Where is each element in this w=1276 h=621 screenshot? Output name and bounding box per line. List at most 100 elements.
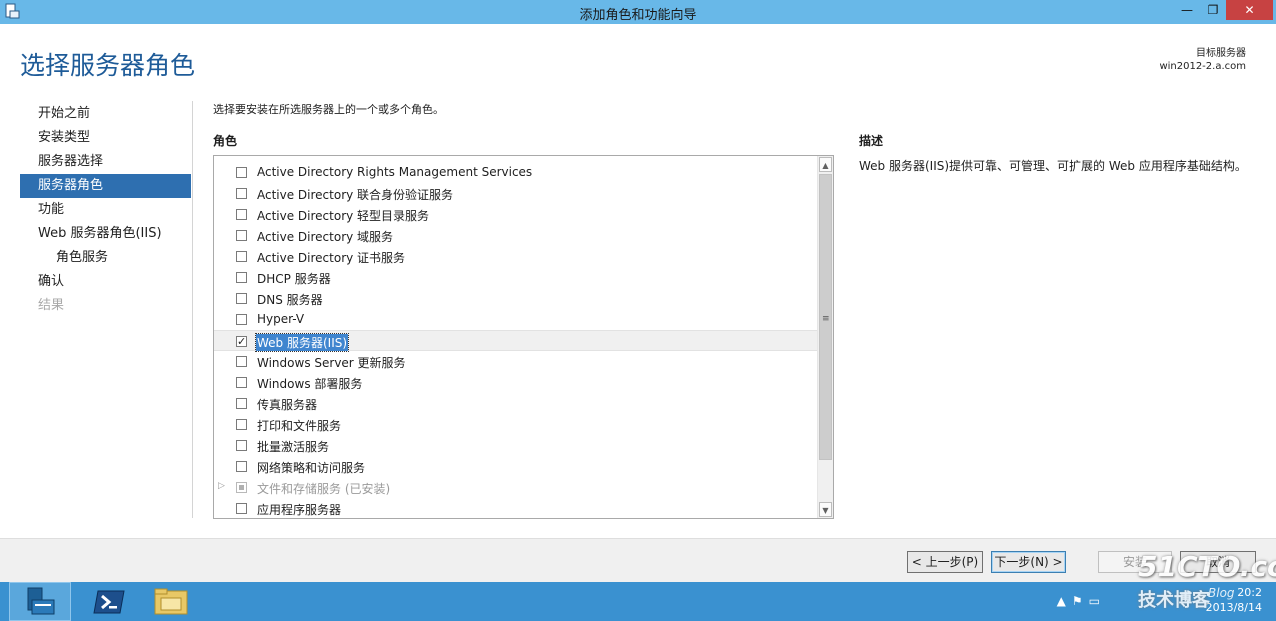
role-label: Windows Server 更新服务 — [257, 356, 406, 370]
role-row[interactable]: Active Directory 联合身份验证服务 — [214, 183, 817, 204]
role-checkbox[interactable] — [236, 503, 247, 514]
folder-icon — [154, 588, 188, 615]
description-text: Web 服务器(IIS)提供可靠、可管理、可扩展的 Web 应用程序基础结构。 — [859, 159, 1247, 173]
minimize-button[interactable]: — — [1174, 0, 1200, 20]
nav-item[interactable]: 服务器选择 — [20, 150, 191, 174]
target-server-name: win2012-2.a.com — [1159, 61, 1246, 72]
role-checkbox[interactable] — [236, 314, 247, 325]
role-checkbox[interactable] — [236, 272, 247, 283]
role-row[interactable]: 应用程序服务器 — [214, 498, 817, 518]
previous-button[interactable]: < 上一步(P) — [907, 551, 983, 573]
close-button[interactable]: ✕ — [1226, 0, 1273, 20]
role-checkbox[interactable] — [236, 167, 247, 178]
restore-button[interactable]: ❐ — [1200, 0, 1226, 20]
taskbar: ▲⚑▭ 20:2 2013/8/14 — [0, 582, 1276, 621]
role-row[interactable]: 网络策略和访问服务 — [214, 456, 817, 477]
page-title: 选择服务器角色 — [20, 51, 196, 80]
system-tray-icons[interactable]: ▲⚑▭ — [1057, 594, 1106, 608]
watermark-logo: 51CTO.com — [1138, 550, 1276, 583]
role-label: 网络策略和访问服务 — [257, 461, 366, 475]
role-label: Web 服务器(IIS) — [254, 333, 350, 352]
role-checkbox[interactable] — [236, 377, 247, 388]
title-bar: 添加角色和功能向导 — ❐ ✕ — [0, 0, 1276, 24]
watermark: 51CTO.com 技术博客 Blog — [1112, 550, 1276, 620]
target-server-label: 目标服务器 — [1196, 48, 1246, 59]
wizard-nav: 开始之前 安装类型 服务器选择 服务器角色 功能 Web 服务器角色(IIS) 角色服务 确认… — [20, 102, 191, 318]
wizard-footer: < 上一步(P) 下一步(N) > 安装 取消 — [0, 538, 1276, 583]
role-row[interactable]: Hyper-V — [214, 309, 817, 330]
nav-item[interactable]: Web 服务器角色(IIS) — [20, 222, 191, 246]
role-label: Windows 部署服务 — [257, 377, 363, 391]
watermark-subtitle: 技术博客 — [1138, 590, 1210, 611]
window-title: 添加角色和功能向导 — [579, 8, 697, 23]
role-checkbox[interactable] — [236, 356, 247, 367]
role-label: 文件和存储服务 (已安装) — [257, 482, 391, 496]
target-server: 目标服务器 win2012-2.a.com — [1159, 47, 1246, 73]
network-icon[interactable]: ▭ — [1089, 594, 1106, 608]
grip-icon: ≡ — [822, 314, 830, 324]
powershell-icon — [93, 590, 125, 614]
roles-list[interactable]: Active Directory Rights Management Servi… — [213, 155, 834, 519]
role-label: Active Directory 域服务 — [257, 230, 394, 244]
nav-item[interactable]: 安装类型 — [20, 126, 191, 150]
show-hidden-icons-icon[interactable]: ▲ — [1057, 594, 1072, 608]
nav-item[interactable]: 开始之前 — [20, 102, 191, 126]
nav-item[interactable]: 角色服务 — [20, 246, 191, 270]
role-row[interactable]: 批量激活服务 — [214, 435, 817, 456]
role-row[interactable]: ✓ Web 服务器(IIS) — [214, 330, 817, 352]
role-row[interactable]: Active Directory 域服务 — [214, 225, 817, 246]
watermark-blog: Blog — [1208, 586, 1235, 600]
divider — [192, 101, 193, 518]
scroll-thumb[interactable]: ≡ — [819, 174, 832, 460]
scroll-down-icon[interactable]: ▼ — [819, 502, 832, 517]
nav-item: 结果 — [38, 298, 65, 313]
role-checkbox[interactable] — [236, 230, 247, 241]
role-label: DHCP 服务器 — [257, 272, 331, 286]
vertical-scrollbar[interactable]: ▲ ≡ ▼ — [817, 156, 833, 518]
server-manager-icon — [27, 587, 55, 615]
role-label: Active Directory 轻型目录服务 — [257, 209, 430, 223]
role-checkbox[interactable] — [236, 188, 247, 199]
role-label: Active Directory 联合身份验证服务 — [257, 188, 454, 202]
role-checkbox[interactable]: ✓ — [236, 336, 247, 347]
role-row[interactable]: Active Directory 证书服务 — [214, 246, 817, 267]
description-header: 描述 — [859, 134, 884, 148]
role-label: DNS 服务器 — [257, 293, 323, 307]
roles-header: 角色 — [213, 134, 238, 148]
role-checkbox[interactable] — [236, 209, 247, 220]
role-checkbox[interactable] — [236, 440, 247, 451]
taskbar-server-manager[interactable] — [9, 582, 71, 621]
role-checkbox[interactable] — [236, 293, 247, 304]
role-label: Active Directory 证书服务 — [257, 251, 406, 265]
scroll-up-icon[interactable]: ▲ — [819, 157, 832, 172]
role-checkbox — [236, 482, 247, 493]
nav-item[interactable]: 功能 — [20, 198, 191, 222]
role-label: Active Directory Rights Management Servi… — [257, 165, 533, 179]
instruction-text: 选择要安装在所选服务器上的一个或多个角色。 — [213, 103, 444, 116]
role-row[interactable]: ▷ 文件和存储服务 (已安装) — [214, 477, 817, 498]
taskbar-powershell[interactable] — [78, 582, 140, 621]
role-row[interactable]: DHCP 服务器 — [214, 267, 817, 288]
role-checkbox[interactable] — [236, 398, 247, 409]
role-label: Hyper-V — [257, 312, 305, 326]
taskbar-file-explorer[interactable] — [140, 582, 202, 621]
role-checkbox[interactable] — [236, 251, 247, 262]
role-row[interactable]: Windows 部署服务 — [214, 372, 817, 393]
role-checkbox[interactable] — [236, 419, 247, 430]
role-row[interactable]: Active Directory Rights Management Servi… — [214, 162, 817, 183]
role-row[interactable]: Windows Server 更新服务 — [214, 351, 817, 372]
role-label: 应用程序服务器 — [257, 503, 342, 517]
role-row[interactable]: 打印和文件服务 — [214, 414, 817, 435]
next-button[interactable]: 下一步(N) > — [991, 551, 1066, 573]
expand-icon[interactable]: ▷ — [218, 481, 225, 491]
role-label: 批量激活服务 — [257, 440, 330, 454]
role-label: 打印和文件服务 — [257, 419, 342, 433]
nav-item[interactable]: 确认 — [20, 270, 191, 294]
role-row[interactable]: Active Directory 轻型目录服务 — [214, 204, 817, 225]
role-row[interactable]: 传真服务器 — [214, 393, 817, 414]
flag-icon[interactable]: ⚑ — [1072, 594, 1089, 608]
role-label: 传真服务器 — [257, 398, 318, 412]
role-row[interactable]: DNS 服务器 — [214, 288, 817, 309]
role-checkbox[interactable] — [236, 461, 247, 472]
nav-item[interactable]: 服务器角色 — [20, 174, 191, 198]
